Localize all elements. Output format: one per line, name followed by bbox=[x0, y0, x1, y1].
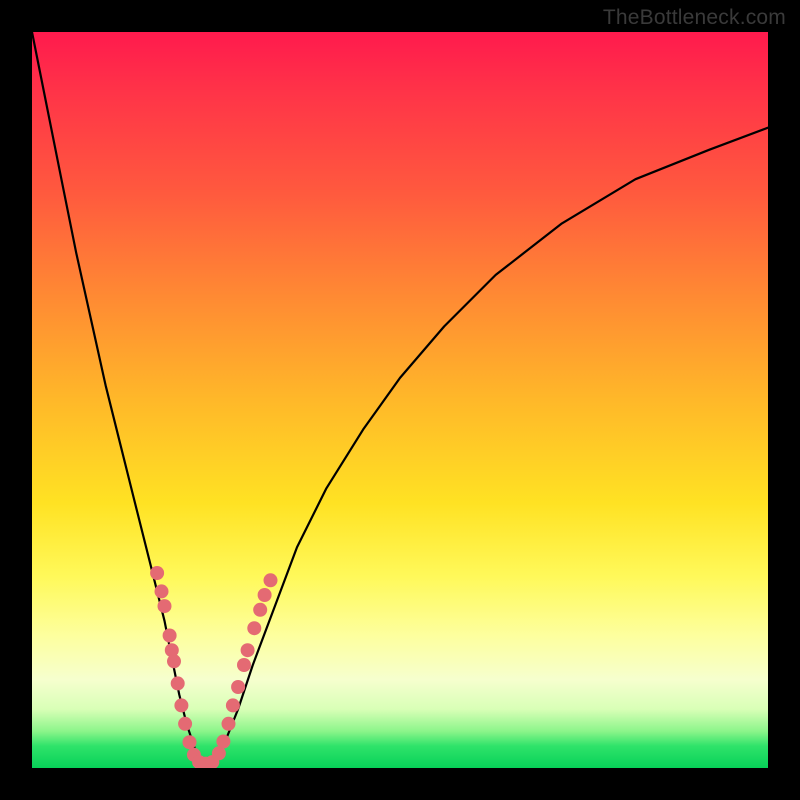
marker-layer bbox=[150, 566, 277, 768]
marker-dot bbox=[155, 584, 169, 598]
marker-dot bbox=[171, 676, 185, 690]
bottleneck-curve bbox=[32, 32, 768, 764]
marker-dot bbox=[150, 566, 164, 580]
marker-dot bbox=[167, 654, 181, 668]
marker-dot bbox=[178, 717, 192, 731]
marker-dot bbox=[163, 629, 177, 643]
marker-dot bbox=[183, 735, 197, 749]
marker-dot bbox=[241, 643, 255, 657]
marker-dot bbox=[174, 698, 188, 712]
plot-area bbox=[32, 32, 768, 768]
marker-dot bbox=[216, 735, 230, 749]
curve-layer bbox=[32, 32, 768, 764]
marker-dot bbox=[222, 717, 236, 731]
marker-dot bbox=[258, 588, 272, 602]
marker-dot bbox=[247, 621, 261, 635]
marker-dot bbox=[237, 658, 251, 672]
marker-dot bbox=[264, 573, 278, 587]
outer-frame: TheBottleneck.com bbox=[0, 0, 800, 800]
watermark-text: TheBottleneck.com bbox=[603, 6, 786, 30]
chart-svg bbox=[32, 32, 768, 768]
marker-dot bbox=[231, 680, 245, 694]
marker-dot bbox=[158, 599, 172, 613]
marker-dot bbox=[253, 603, 267, 617]
marker-dot bbox=[226, 698, 240, 712]
